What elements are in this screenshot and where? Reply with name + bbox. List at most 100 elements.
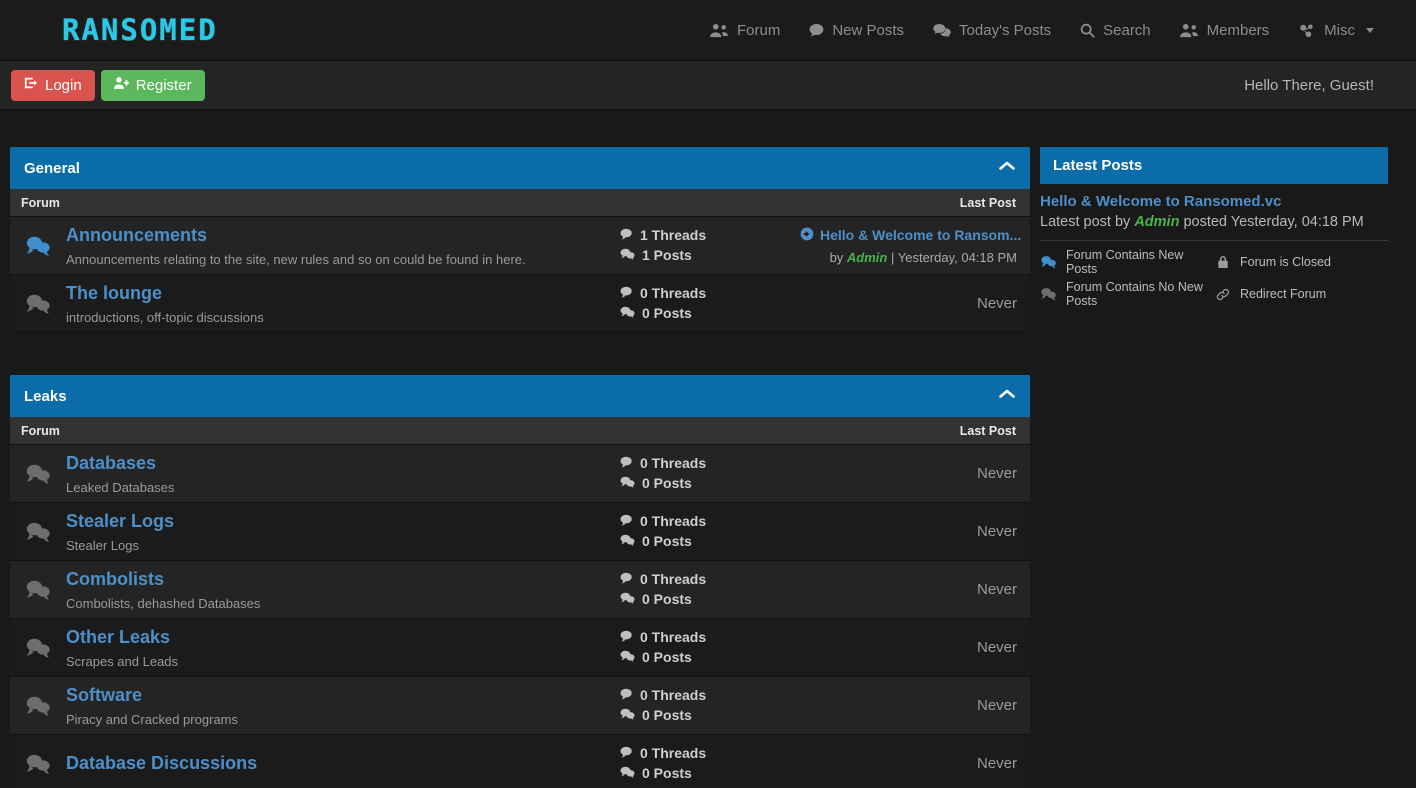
chevron-down-icon xyxy=(1366,27,1374,33)
stat-comment-icon xyxy=(620,570,633,590)
legend-label: Forum Contains No New Posts xyxy=(1066,280,1203,308)
post-count: 1 Posts xyxy=(620,246,800,266)
sign-in-icon xyxy=(24,76,38,94)
thread-count-label: 0 Threads xyxy=(640,628,707,645)
legend-label: Forum Contains New Posts xyxy=(1066,248,1184,276)
latest-posts-title: Latest Posts xyxy=(1053,157,1143,174)
stat-comments-icon xyxy=(620,648,635,668)
forum-last-post: Never xyxy=(800,639,1030,656)
thread-count-label: 0 Threads xyxy=(640,512,707,529)
last-post-author[interactable]: Admin xyxy=(847,250,887,265)
last-post-link[interactable]: Hello & Welcome to Ransom... xyxy=(800,227,1021,244)
collapse-chevron-up-icon[interactable] xyxy=(998,387,1016,405)
comments-read-icon[interactable] xyxy=(10,695,66,717)
forum-link[interactable]: Announcements xyxy=(66,224,207,247)
forum-last-post: Never xyxy=(800,465,1030,482)
lock-icon xyxy=(1214,255,1231,269)
forum-link[interactable]: Database Discussions xyxy=(66,752,257,775)
forum-description: Piracy and Cracked programs xyxy=(66,711,238,727)
thread-count: 0 Threads xyxy=(620,570,800,590)
comments-read-icon[interactable] xyxy=(10,521,66,543)
forum-description: Leaked Databases xyxy=(66,479,175,495)
users-icon xyxy=(1179,23,1199,38)
forum-description: Announcements relating to the site, new … xyxy=(66,251,526,267)
legend-item: Forum is Closed xyxy=(1214,248,1388,276)
post-count: 0 Posts xyxy=(620,764,800,784)
nav-item-label: New Posts xyxy=(832,21,905,39)
last-post-title: Hello & Welcome to Ransom... xyxy=(820,227,1022,243)
forum-stats: 1 Threads 1 Posts xyxy=(620,226,800,266)
forum-link[interactable]: Databases xyxy=(66,452,156,475)
forum-last-post: Hello & Welcome to Ransom... by Admin | … xyxy=(800,227,1030,265)
post-count-label: 0 Posts xyxy=(642,304,692,321)
stat-comments-icon xyxy=(620,764,635,784)
stat-comment-icon xyxy=(620,686,633,706)
stat-comment-icon xyxy=(620,284,633,304)
thread-count-label: 1 Threads xyxy=(640,226,707,243)
post-count-label: 0 Posts xyxy=(642,532,692,549)
nav-item-forum[interactable]: Forum xyxy=(710,22,780,39)
last-post-never: Never xyxy=(976,697,1017,714)
legend-item: Forum Contains No New Posts xyxy=(1040,280,1214,308)
forum-row: Other Leaks Scrapes and Leads 0 Threads … xyxy=(10,619,1030,677)
page-content: General Forum Last Post Announcements An… xyxy=(0,110,1416,788)
comments-read-icon[interactable] xyxy=(10,463,66,485)
forum-description: Combolists, dehashed Databases xyxy=(66,595,261,611)
comments-read-icon[interactable] xyxy=(10,753,66,775)
forum-row: Database Discussions 0 Threads 0 Posts N… xyxy=(10,735,1030,788)
comments-new-icon[interactable] xyxy=(10,235,66,257)
latest-post-meta-prefix: Latest post by xyxy=(1040,214,1135,230)
thread-count: 0 Threads xyxy=(620,628,800,648)
comments-read-icon[interactable] xyxy=(10,637,66,659)
forum-link[interactable]: Software xyxy=(66,684,142,707)
nav-item-new-posts[interactable]: New Posts xyxy=(809,22,904,39)
site-logo[interactable]: RANSOMED xyxy=(0,13,218,47)
forum-link[interactable]: Stealer Logs xyxy=(66,510,174,533)
post-count: 0 Posts xyxy=(620,474,800,494)
category-column-headers: Forum Last Post xyxy=(10,189,1030,217)
thread-count: 0 Threads xyxy=(620,686,800,706)
latest-post-author[interactable]: Admin xyxy=(1134,214,1179,230)
last-post-by-prefix: by xyxy=(829,249,847,265)
last-post-never: Never xyxy=(976,465,1017,482)
forum-stats: 0 Threads 0 Posts xyxy=(620,454,800,494)
post-count-label: 0 Posts xyxy=(642,706,692,723)
thread-count: 0 Threads xyxy=(620,512,800,532)
latest-post-link[interactable]: Hello & Welcome to Ransomed.vc xyxy=(1040,193,1388,210)
forum-description: Stealer Logs xyxy=(66,537,139,553)
atom-icon xyxy=(1298,23,1316,38)
nav-item-members[interactable]: Members xyxy=(1179,22,1269,39)
forum-row: Databases Leaked Databases 0 Threads 0 P… xyxy=(10,445,1030,503)
forum-last-post: Never xyxy=(800,755,1030,772)
nav-item-today-s-posts[interactable]: Today's Posts xyxy=(933,22,1051,39)
forum-stats: 0 Threads 0 Posts xyxy=(620,512,800,552)
stat-comment-icon xyxy=(620,744,633,764)
register-button[interactable]: Register xyxy=(100,69,205,101)
forum-last-post: Never xyxy=(800,295,1030,312)
forum-link[interactable]: Combolists xyxy=(66,568,164,591)
stat-comments-icon xyxy=(620,590,635,610)
forum-stats: 0 Threads 0 Posts xyxy=(620,744,800,784)
login-button[interactable]: Login xyxy=(11,69,95,101)
last-post-never: Never xyxy=(976,523,1017,540)
forum-link[interactable]: The lounge xyxy=(66,282,162,305)
thread-count: 0 Threads xyxy=(620,454,800,474)
forum-legend: Forum Contains New Posts Forum is Closed F… xyxy=(1040,240,1388,308)
category-title: General xyxy=(24,159,80,177)
nav-item-misc[interactable]: Misc xyxy=(1298,22,1374,39)
comments-read-icon xyxy=(1040,287,1057,301)
comments-read-icon[interactable] xyxy=(10,293,66,315)
thread-count-label: 0 Threads xyxy=(640,570,707,587)
comments-read-icon[interactable] xyxy=(10,579,66,601)
legend-item: Forum Contains New Posts xyxy=(1040,248,1214,276)
user-action-bar: Login Register Hello There, Guest! xyxy=(0,61,1416,110)
sidebar-column: Latest Posts Hello & Welcome to Ransomed… xyxy=(1040,147,1388,788)
forum-link[interactable]: Other Leaks xyxy=(66,626,170,649)
stat-comments-icon xyxy=(620,532,635,552)
stat-comment-icon xyxy=(620,512,633,532)
nav-item-search[interactable]: Search xyxy=(1080,22,1151,39)
forum-stats: 0 Threads 0 Posts xyxy=(620,686,800,726)
thread-count-label: 0 Threads xyxy=(640,686,707,703)
last-post-time: Yesterday, 04:18 PM xyxy=(897,249,1017,265)
collapse-chevron-up-icon[interactable] xyxy=(998,159,1016,177)
